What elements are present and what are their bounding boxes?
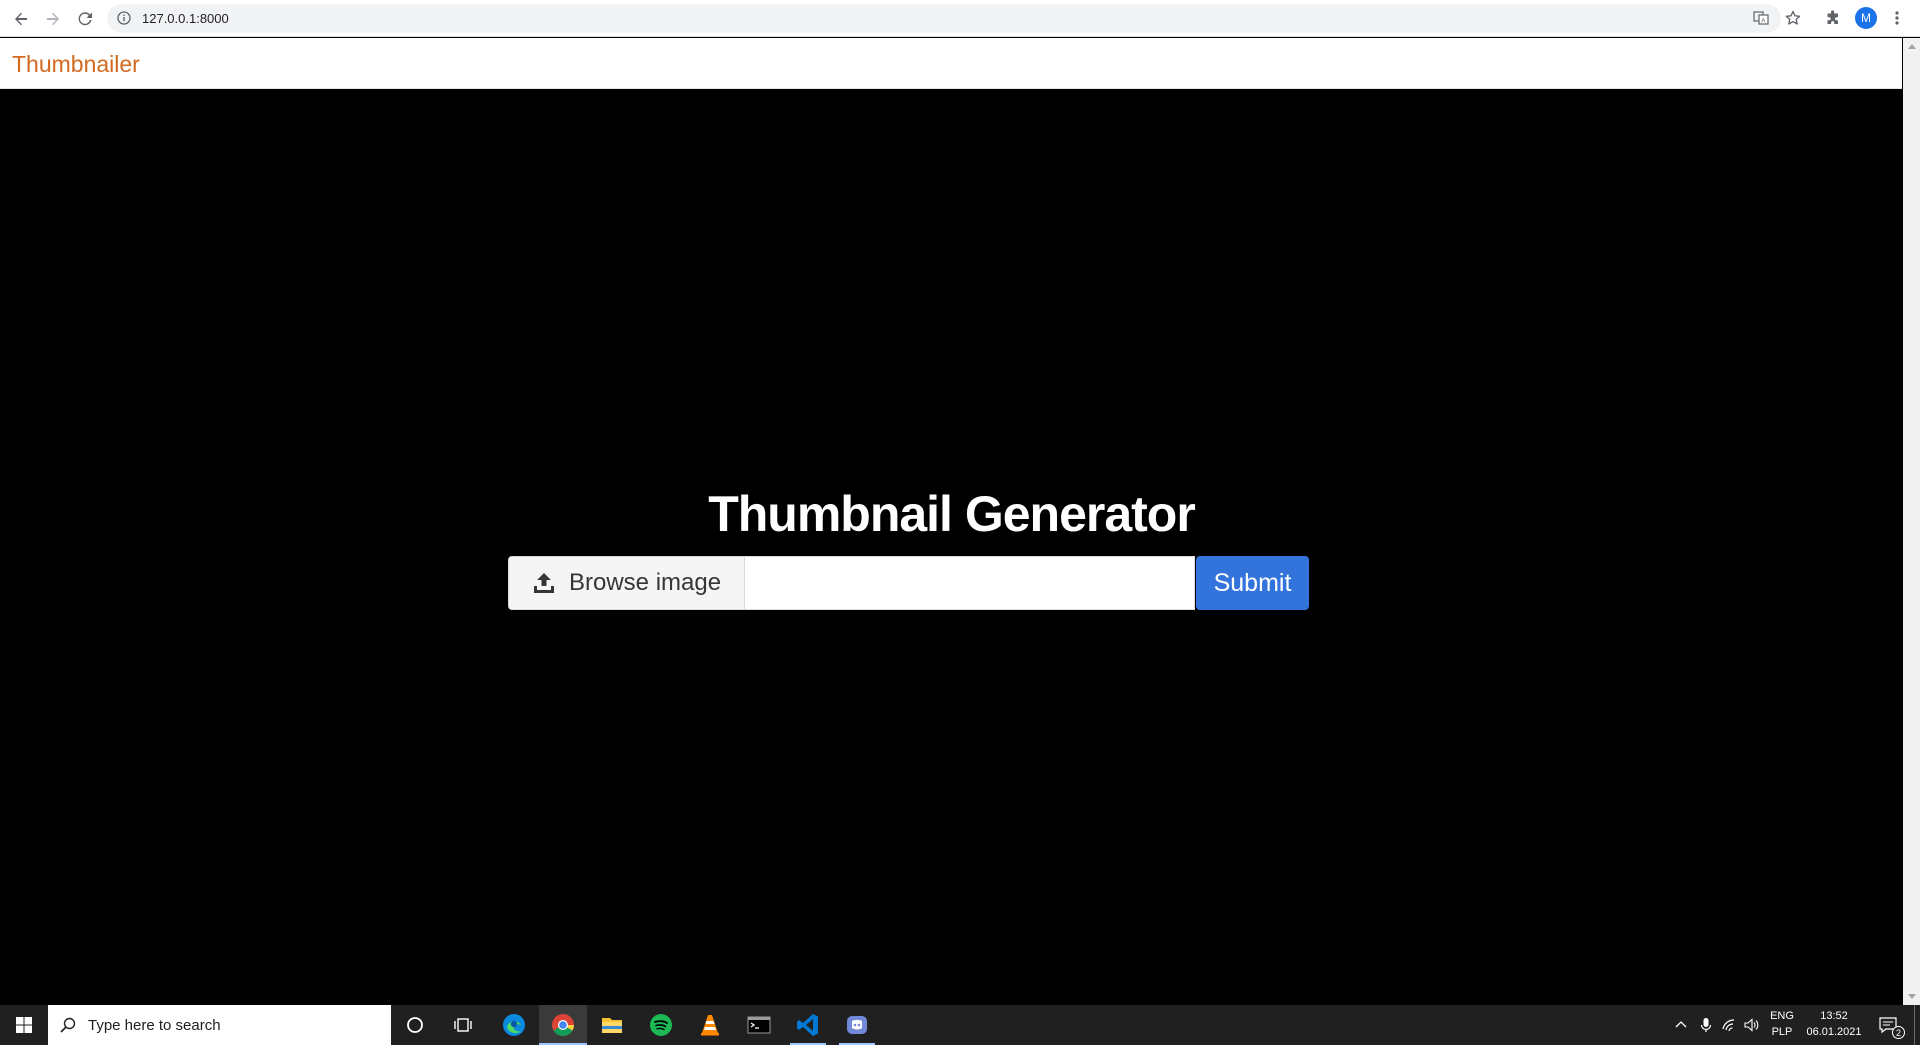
wifi-icon: [1722, 1019, 1735, 1032]
scroll-up-arrow-icon[interactable]: [1908, 44, 1916, 49]
taskbar-vlc[interactable]: [686, 1005, 734, 1045]
svg-text:A: A: [1761, 19, 1765, 25]
discord-icon: [847, 1016, 867, 1034]
browser-menu-button[interactable]: [1885, 5, 1909, 31]
chrome-icon: [552, 1014, 574, 1036]
taskbar-terminal[interactable]: [735, 1005, 783, 1045]
start-button[interactable]: [0, 1005, 48, 1045]
taskbar-spotify[interactable]: [637, 1005, 685, 1045]
forward-arrow-icon: [47, 12, 59, 26]
browse-image-button[interactable]: Browse image: [508, 556, 745, 610]
terminal-icon: [747, 1016, 771, 1034]
hero-section: Thumbnail Generator Browse image Submit: [0, 89, 1903, 1005]
vlc-cone-icon: [701, 1015, 719, 1036]
edge-icon: [503, 1014, 525, 1036]
back-arrow-icon: [15, 12, 27, 26]
clock-date: 06.01.2021: [1806, 1026, 1862, 1038]
taskbar-edge[interactable]: [490, 1005, 538, 1045]
file-name-field[interactable]: [745, 556, 1195, 610]
forward-button[interactable]: [40, 6, 66, 32]
clock[interactable]: 13:52 06.01.2021: [1802, 1010, 1866, 1038]
translate-button[interactable]: A: [1748, 5, 1774, 31]
kebab-menu-icon: [1895, 11, 1899, 25]
bookmark-star-button[interactable]: [1780, 5, 1806, 31]
profile-avatar[interactable]: M: [1855, 7, 1877, 29]
folder-icon: [602, 1018, 622, 1033]
cortana-circle-icon: [407, 1017, 423, 1033]
star-icon: [1785, 10, 1801, 25]
browse-image-label: Browse image: [569, 569, 722, 596]
site-navbar: Thumbnailer: [0, 38, 1902, 89]
upload-icon: [532, 571, 556, 595]
address-bar[interactable]: 127.0.0.1:8000: [107, 4, 1781, 33]
site-info-icon[interactable]: [117, 11, 131, 30]
microphone-tray[interactable]: [1694, 1005, 1718, 1045]
puzzle-icon: [1827, 10, 1838, 24]
cortana-button[interactable]: [391, 1005, 439, 1045]
spotify-icon: [650, 1014, 672, 1036]
page-title: Thumbnail Generator: [708, 486, 1196, 542]
taskbar-vscode[interactable]: [784, 1005, 832, 1045]
chevron-up-icon: [1675, 1021, 1687, 1028]
taskbar-search-box[interactable]: Type here to search: [48, 1005, 391, 1045]
url-text: 127.0.0.1:8000: [142, 11, 229, 26]
scroll-down-arrow-icon[interactable]: [1908, 994, 1916, 999]
language-code: ENG: [1770, 1010, 1794, 1022]
task-view-icon: [454, 1018, 472, 1032]
notification-count-badge: 2: [1892, 1026, 1905, 1039]
task-view-button[interactable]: [439, 1005, 487, 1045]
reload-button[interactable]: [72, 6, 98, 32]
search-placeholder: Type here to search: [88, 1016, 221, 1034]
network-tray[interactable]: [1718, 1005, 1742, 1045]
vscode-icon: [797, 1014, 818, 1036]
volume-tray[interactable]: [1740, 1005, 1764, 1045]
windows-taskbar: Type here to search ENG PLP 13:52 06.01.…: [0, 1005, 1920, 1045]
show-hidden-icons-button[interactable]: [1669, 1005, 1693, 1045]
page-scrollbar[interactable]: [1903, 38, 1920, 1005]
reload-icon: [78, 12, 92, 26]
speaker-icon: [1744, 1018, 1759, 1032]
translate-icon: A: [1753, 11, 1769, 25]
language-indicator[interactable]: ENG PLP: [1762, 1010, 1802, 1038]
brand-link[interactable]: Thumbnailer: [12, 51, 140, 78]
keyboard-layout: PLP: [1771, 1026, 1793, 1038]
file-upload[interactable]: Browse image: [508, 556, 1195, 610]
browser-toolbar: 127.0.0.1:8000 A M: [0, 0, 1920, 37]
search-icon: [60, 1017, 76, 1033]
back-button[interactable]: [8, 6, 34, 32]
clock-time: 13:52: [1820, 1010, 1848, 1022]
submit-button[interactable]: Submit: [1196, 556, 1309, 610]
taskbar-chrome[interactable]: [539, 1005, 587, 1045]
taskbar-discord[interactable]: [833, 1005, 881, 1045]
show-desktop-button[interactable]: [1914, 1005, 1915, 1045]
taskbar-file-explorer[interactable]: [588, 1005, 636, 1045]
extensions-button[interactable]: [1820, 5, 1846, 31]
action-center-button[interactable]: 2: [1868, 1005, 1908, 1045]
windows-logo-icon: [16, 1017, 32, 1033]
microphone-icon: [1700, 1018, 1712, 1032]
